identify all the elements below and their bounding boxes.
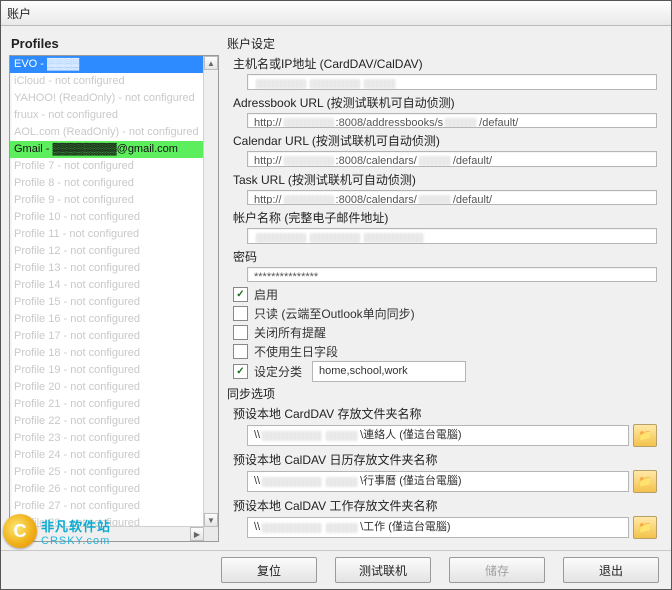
- profile-item[interactable]: Profile 9 - not configured: [10, 192, 204, 209]
- footer-buttonbar: 复位 测试联机 储存 退出: [1, 550, 671, 589]
- profile-item[interactable]: Profile 10 - not configured: [10, 209, 204, 226]
- save-button[interactable]: 储存: [449, 557, 545, 583]
- titlebar: 账户: [1, 1, 671, 26]
- close-reminders-label: 关闭所有提醒: [254, 324, 326, 341]
- sync-options-title: 同步选项: [227, 384, 663, 404]
- scroll-right-button[interactable]: ▶: [190, 527, 204, 541]
- profile-item[interactable]: EVO - ▓▓▓▓: [10, 56, 204, 73]
- window: 账户 Profiles EVO - ▓▓▓▓iCloud - not confi…: [0, 0, 672, 590]
- scroll-up-button[interactable]: ▲: [204, 56, 218, 70]
- caldav-task-folder-input[interactable]: \\ \工作 (僅這台電腦): [247, 517, 629, 538]
- horizontal-scrollbar[interactable]: ◀ ▶: [10, 526, 204, 541]
- task-url-input[interactable]: http:// :8008/calendars/ /default/: [247, 190, 657, 206]
- profile-item[interactable]: Profile 13 - not configured: [10, 260, 204, 277]
- scrollbar-corner: [204, 527, 218, 541]
- categories-input[interactable]: home,school,work: [312, 361, 466, 382]
- task-suffix: /default/: [453, 194, 492, 206]
- profile-item[interactable]: Profile 15 - not configured: [10, 294, 204, 311]
- profiles-listbox[interactable]: EVO - ▓▓▓▓iCloud - not configuredYAHOO! …: [9, 55, 219, 542]
- addr-suffix: /default/: [479, 117, 518, 129]
- profile-item[interactable]: Profile 17 - not configured: [10, 328, 204, 345]
- addressbook-url-input[interactable]: http:// :8008/addressbooks/s/default/: [247, 113, 657, 129]
- card-pre: \\: [254, 426, 260, 445]
- close-reminders-checkbox[interactable]: [233, 325, 248, 340]
- vertical-scrollbar[interactable]: ▲ ▼: [203, 56, 218, 527]
- profile-item[interactable]: Profile 16 - not configured: [10, 311, 204, 328]
- settings-panel: 账户设定 主机名或IP地址 (CardDAV/CalDAV) Adressboo…: [227, 34, 663, 542]
- caldav-calendar-folder-input[interactable]: \\ \行事曆 (僅這台電腦): [247, 471, 629, 492]
- profile-item[interactable]: Profile 23 - not configured: [10, 430, 204, 447]
- cal-mid: :8008/calendars/: [336, 155, 417, 167]
- caldav-calendar-folder-label: 预设本地 CalDAV 日历存放文件夹名称: [227, 450, 663, 469]
- profile-item[interactable]: Profile 26 - not configured: [10, 481, 204, 498]
- task-mid: :8008/calendars/: [336, 194, 417, 206]
- caldav-task-folder-label: 预设本地 CalDAV 工作存放文件夹名称: [227, 496, 663, 515]
- account-name-input[interactable]: [247, 228, 657, 244]
- profile-item[interactable]: Profile 25 - not configured: [10, 464, 204, 481]
- categories-checkbox[interactable]: [233, 364, 248, 379]
- addressbook-url-label: Adressbook URL (按测试联机可自动侦测): [227, 93, 663, 112]
- folder-icon: 📁: [638, 429, 652, 442]
- host-label: 主机名或IP地址 (CardDAV/CalDAV): [227, 54, 663, 73]
- addr-mid: :8008/addressbooks/s: [336, 117, 444, 129]
- profile-item[interactable]: AOL.com (ReadOnly) - not configured: [10, 124, 204, 141]
- profile-item[interactable]: Profile 22 - not configured: [10, 413, 204, 430]
- calendar-url-label: Calendar URL (按测试联机可自动侦测): [227, 131, 663, 150]
- password-input[interactable]: ***************: [247, 267, 657, 283]
- test-connection-button[interactable]: 测试联机: [335, 557, 431, 583]
- enable-label: 启用: [254, 286, 278, 303]
- window-title: 账户: [7, 5, 31, 22]
- profile-item[interactable]: Profile 21 - not configured: [10, 396, 204, 413]
- carddav-folder-browse-button[interactable]: 📁: [633, 424, 657, 447]
- reset-button[interactable]: 复位: [221, 557, 317, 583]
- readonly-checkbox[interactable]: [233, 306, 248, 321]
- profiles-header: Profiles: [9, 34, 219, 55]
- profile-item[interactable]: Profile 14 - not configured: [10, 277, 204, 294]
- profile-item[interactable]: Profile 12 - not configured: [10, 243, 204, 260]
- profile-item[interactable]: fruux - not configured: [10, 107, 204, 124]
- folder-icon: 📁: [638, 475, 652, 488]
- task-url-label: Task URL (按测试联机可自动侦测): [227, 170, 663, 189]
- cal-prefix: http://: [254, 155, 282, 167]
- enable-checkbox[interactable]: [233, 287, 248, 302]
- carddav-folder-label: 预设本地 CardDAV 存放文件夹名称: [227, 404, 663, 423]
- task-mid2: \工作 (僅這台電腦): [360, 518, 450, 537]
- window-body: Profiles EVO - ▓▓▓▓iCloud - not configur…: [1, 26, 671, 550]
- cald-mid: \行事曆 (僅這台電腦): [360, 472, 461, 491]
- profile-item[interactable]: Profile 8 - not configured: [10, 175, 204, 192]
- scroll-left-button[interactable]: ◀: [10, 527, 24, 541]
- profile-item[interactable]: Profile 27 - not configured: [10, 498, 204, 515]
- host-input[interactable]: [247, 74, 657, 90]
- profile-item[interactable]: Profile 20 - not configured: [10, 379, 204, 396]
- cald-pre: \\: [254, 472, 260, 491]
- categories-label: 设定分类: [254, 363, 302, 380]
- account-name-label: 帐户名称 (完整电子邮件地址): [227, 208, 663, 227]
- profile-item[interactable]: YAHOO! (ReadOnly) - not configured: [10, 90, 204, 107]
- task-pre: \\: [254, 518, 260, 537]
- profile-item[interactable]: Profile 11 - not configured: [10, 226, 204, 243]
- no-birthday-checkbox[interactable]: [233, 344, 248, 359]
- profile-item[interactable]: iCloud - not configured: [10, 73, 204, 90]
- calendar-url-input[interactable]: http:// :8008/calendars/ /default/: [247, 151, 657, 167]
- profile-item[interactable]: Profile 18 - not configured: [10, 345, 204, 362]
- profile-item[interactable]: Gmail - ▓▓▓▓▓▓▓▓@gmail.com: [10, 141, 204, 158]
- caldav-calendar-folder-browse-button[interactable]: 📁: [633, 470, 657, 493]
- readonly-label: 只读 (云端至Outlook单向同步): [254, 305, 415, 322]
- account-settings-title: 账户设定: [227, 34, 663, 54]
- carddav-folder-input[interactable]: \\ \連絡人 (僅這台電腦): [247, 425, 629, 446]
- card-mid: \連絡人 (僅這台電腦): [360, 426, 461, 445]
- task-prefix: http://: [254, 194, 282, 206]
- addr-prefix: http://: [254, 117, 282, 129]
- profile-item[interactable]: Profile 24 - not configured: [10, 447, 204, 464]
- profiles-panel: Profiles EVO - ▓▓▓▓iCloud - not configur…: [9, 34, 219, 542]
- scroll-down-button[interactable]: ▼: [204, 513, 218, 527]
- exit-button[interactable]: 退出: [563, 557, 659, 583]
- no-birthday-label: 不使用生日字段: [254, 343, 338, 360]
- password-label: 密码: [227, 247, 663, 266]
- caldav-task-folder-browse-button[interactable]: 📁: [633, 516, 657, 539]
- folder-icon: 📁: [638, 521, 652, 534]
- profile-item[interactable]: Profile 19 - not configured: [10, 362, 204, 379]
- profile-item[interactable]: Profile 7 - not configured: [10, 158, 204, 175]
- cal-suffix: /default/: [453, 155, 492, 167]
